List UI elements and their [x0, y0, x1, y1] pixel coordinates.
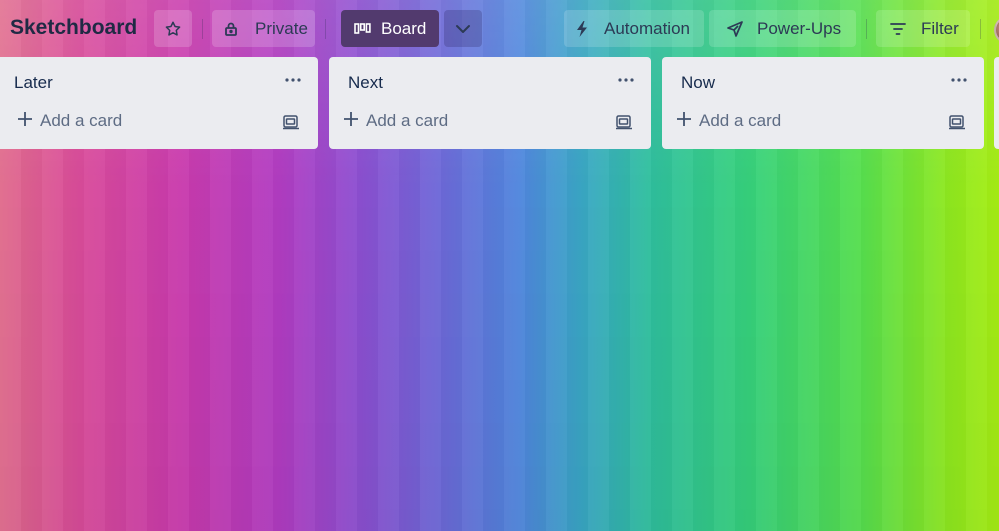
- header-divider: [202, 19, 203, 39]
- filter-label: Filter: [921, 19, 959, 39]
- list-now: Now Add a card: [662, 57, 984, 149]
- board-header: Sketchboard Private Board Automation: [0, 0, 999, 58]
- automation-button[interactable]: Automation: [564, 10, 704, 47]
- add-card-label: Add a card: [699, 111, 781, 131]
- list-later: Later Add a card: [0, 57, 318, 149]
- list-title[interactable]: Now: [681, 73, 715, 93]
- list-title[interactable]: Later: [14, 73, 53, 93]
- automation-label: Automation: [604, 19, 690, 39]
- plus-icon: [344, 111, 358, 131]
- add-card-button[interactable]: Add a card: [677, 111, 781, 131]
- header-divider: [325, 19, 326, 39]
- header-divider: [866, 19, 867, 39]
- member-avatar[interactable]: [994, 16, 999, 44]
- more-horizontal-icon: [618, 69, 634, 87]
- add-card-label: Add a card: [40, 111, 122, 131]
- visibility-label: Private: [255, 19, 308, 39]
- list-menu-button[interactable]: [615, 69, 637, 87]
- chevron-down-icon: [455, 24, 471, 34]
- lightning-icon: [576, 21, 588, 37]
- more-horizontal-icon: [951, 69, 967, 87]
- add-card-button[interactable]: Add a card: [344, 111, 448, 131]
- lock-icon: [224, 21, 238, 37]
- list-menu-button[interactable]: [948, 69, 970, 87]
- filter-icon: [890, 23, 906, 35]
- power-ups-label: Power-Ups: [757, 19, 841, 39]
- plus-icon: [18, 111, 32, 131]
- list-menu-button[interactable]: [282, 69, 304, 87]
- board-icon: [354, 23, 371, 35]
- board-view-label: Board: [381, 19, 426, 39]
- more-horizontal-icon: [285, 69, 301, 87]
- card-template-icon[interactable]: [282, 113, 300, 131]
- list-title[interactable]: Next: [348, 73, 383, 93]
- rocket-icon: [727, 21, 743, 37]
- header-divider: [980, 19, 981, 39]
- star-icon: [164, 20, 182, 38]
- visibility-button[interactable]: Private: [212, 10, 315, 47]
- plus-icon: [677, 111, 691, 131]
- add-list-column[interactable]: [994, 57, 999, 149]
- board-view-button[interactable]: Board: [341, 10, 439, 47]
- power-ups-button[interactable]: Power-Ups: [709, 10, 856, 47]
- card-template-icon[interactable]: [948, 113, 966, 131]
- board-title[interactable]: Sketchboard: [10, 16, 137, 40]
- filter-button[interactable]: Filter: [876, 10, 970, 47]
- list-next: Next Add a card: [329, 57, 651, 149]
- card-template-icon[interactable]: [615, 113, 633, 131]
- star-board-button[interactable]: [154, 10, 192, 47]
- add-card-button[interactable]: Add a card: [18, 111, 122, 131]
- add-card-label: Add a card: [366, 111, 448, 131]
- view-switcher-button[interactable]: [444, 10, 482, 47]
